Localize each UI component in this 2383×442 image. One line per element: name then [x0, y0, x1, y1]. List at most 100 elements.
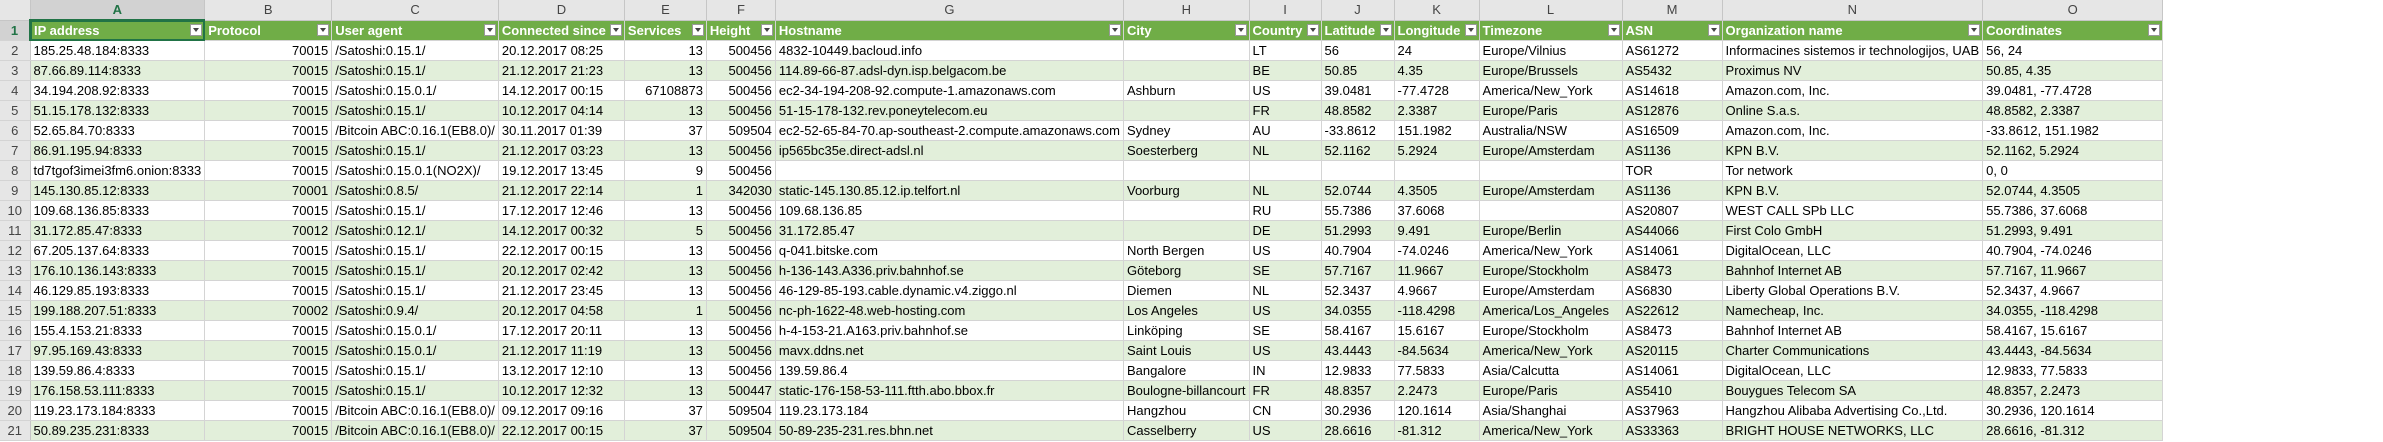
table-cell[interactable]: 56	[1321, 40, 1395, 61]
table-cell[interactable]	[1123, 40, 1250, 61]
table-cell[interactable]: 48.8357	[1321, 380, 1395, 401]
table-cell[interactable]: 56, 24	[1982, 40, 2164, 61]
table-cell[interactable]: 30.2936, 120.1614	[1982, 400, 2164, 421]
table-cell[interactable]: /Satoshi:0.15.1/	[331, 200, 499, 221]
table-cell[interactable]: 139.59.86.4:8333	[30, 360, 206, 381]
table-cell[interactable]: Saint Louis	[1123, 340, 1250, 361]
table-cell[interactable]: 46-129-85-193.cable.dynamic.v4.ziggo.nl	[775, 280, 1125, 301]
table-cell[interactable]: ec2-52-65-84-70.ap-southeast-2.compute.a…	[775, 120, 1125, 141]
row-number[interactable]: 8	[0, 160, 31, 181]
column-header-i[interactable]: I	[1249, 0, 1322, 21]
header-cell[interactable]: Coordinates	[1982, 20, 2164, 41]
table-cell[interactable]: 21.12.2017 11:19	[498, 340, 625, 361]
table-cell[interactable]: Amazon.com, Inc.	[1722, 120, 1984, 141]
header-cell[interactable]: IP address	[30, 20, 206, 41]
table-cell[interactable]: FR	[1249, 380, 1322, 401]
table-cell[interactable]: 13	[624, 40, 707, 61]
table-cell[interactable]: 185.25.48.184:8333	[30, 40, 206, 61]
table-cell[interactable]: AS61272	[1622, 40, 1723, 61]
table-cell[interactable]: 37	[624, 120, 707, 141]
table-cell[interactable]: 55.7386	[1321, 200, 1395, 221]
header-cell[interactable]: Country	[1249, 20, 1322, 41]
table-cell[interactable]: 70015	[204, 80, 333, 101]
table-cell[interactable]: 13	[624, 360, 707, 381]
table-cell[interactable]: 19.12.2017 13:45	[498, 160, 625, 181]
table-cell[interactable]: 70015	[204, 60, 333, 81]
column-header-m[interactable]: M	[1622, 0, 1723, 21]
table-cell[interactable]: 70015	[204, 320, 333, 341]
table-cell[interactable]: 176.158.53.111:8333	[30, 380, 206, 401]
table-cell[interactable]: 34.194.208.92:8333	[30, 80, 206, 101]
table-cell[interactable]: 48.8582	[1321, 100, 1395, 121]
table-cell[interactable]: 70015	[204, 280, 333, 301]
table-cell[interactable]: 12.9833	[1321, 360, 1395, 381]
table-cell[interactable]: Los Angeles	[1123, 300, 1250, 321]
table-cell[interactable]: US	[1249, 340, 1322, 361]
table-cell[interactable]: /Satoshi:0.15.0.1/	[331, 80, 499, 101]
column-header-b[interactable]: B	[204, 0, 333, 21]
table-cell[interactable]: 58.4167, 15.6167	[1982, 320, 2164, 341]
table-cell[interactable]: RU	[1249, 200, 1322, 221]
table-cell[interactable]: 500447	[706, 380, 776, 401]
row-number[interactable]: 18	[0, 360, 31, 381]
table-cell[interactable]	[1394, 160, 1480, 181]
table-cell[interactable]: /Bitcoin ABC:0.16.1(EB8.0)/	[331, 400, 499, 421]
table-cell[interactable]: 21.12.2017 03:23	[498, 140, 625, 161]
table-cell[interactable]: 500456	[706, 360, 776, 381]
table-cell[interactable]: Namecheap, Inc.	[1722, 300, 1984, 321]
table-cell[interactable]: 15.6167	[1394, 320, 1480, 341]
filter-dropdown-icon[interactable]	[1607, 23, 1620, 36]
table-cell[interactable]	[1321, 160, 1395, 181]
table-cell[interactable]: Proximus NV	[1722, 60, 1984, 81]
table-cell[interactable]: /Satoshi:0.15.1/	[331, 360, 499, 381]
table-cell[interactable]: Soesterberg	[1123, 140, 1250, 161]
table-cell[interactable]: AS14061	[1622, 360, 1723, 381]
table-cell[interactable]: Asia/Shanghai	[1479, 400, 1623, 421]
table-cell[interactable]: NL	[1249, 280, 1322, 301]
header-cell[interactable]: Protocol	[204, 20, 333, 41]
column-header-f[interactable]: F	[706, 0, 776, 21]
table-cell[interactable]: 500456	[706, 60, 776, 81]
table-cell[interactable]: 342030	[706, 180, 776, 201]
table-cell[interactable]: 119.23.173.184	[775, 400, 1125, 421]
table-cell[interactable]: /Satoshi:0.12.1/	[331, 220, 499, 241]
table-cell[interactable]: 77.5833	[1394, 360, 1480, 381]
table-cell[interactable]: -33.8612, 151.1982	[1982, 120, 2164, 141]
table-cell[interactable]: US	[1249, 240, 1322, 261]
table-cell[interactable]: 70015	[204, 260, 333, 281]
table-cell[interactable]: CN	[1249, 400, 1322, 421]
table-cell[interactable]: 109.68.136.85	[775, 200, 1125, 221]
table-cell[interactable]: AS22612	[1622, 300, 1723, 321]
table-cell[interactable]: 500456	[706, 80, 776, 101]
table-cell[interactable]: 4832-10449.bacloud.info	[775, 40, 1125, 61]
table-cell[interactable]: 5.2924	[1394, 140, 1480, 161]
row-number[interactable]: 21	[0, 420, 31, 441]
table-cell[interactable]: q-041.bitske.com	[775, 240, 1125, 261]
table-cell[interactable]: 20.12.2017 04:58	[498, 300, 625, 321]
table-cell[interactable]: 14.12.2017 00:32	[498, 220, 625, 241]
table-cell[interactable]: 13	[624, 320, 707, 341]
table-cell[interactable]: AS16509	[1622, 120, 1723, 141]
table-cell[interactable]: 52.3437, 4.9667	[1982, 280, 2164, 301]
header-cell[interactable]: Height	[706, 20, 776, 41]
table-cell[interactable]: 87.66.89.114:8333	[30, 60, 206, 81]
table-cell[interactable]: Göteborg	[1123, 260, 1250, 281]
table-cell[interactable]: AS44066	[1622, 220, 1723, 241]
table-cell[interactable]: KPN B.V.	[1722, 140, 1984, 161]
table-cell[interactable]: 17.12.2017 20:11	[498, 320, 625, 341]
table-cell[interactable]: 48.8582, 2.3387	[1982, 100, 2164, 121]
table-cell[interactable]: /Satoshi:0.15.0.1/	[331, 320, 499, 341]
row-number[interactable]: 11	[0, 220, 31, 241]
table-cell[interactable]: /Satoshi:0.15.0.1(NO2X)/	[331, 160, 499, 181]
table-cell[interactable]: AS8473	[1622, 260, 1723, 281]
table-cell[interactable]: AS33363	[1622, 420, 1723, 441]
table-cell[interactable]: Europe/Paris	[1479, 380, 1623, 401]
table-cell[interactable]: AS14618	[1622, 80, 1723, 101]
table-cell[interactable]: AS20807	[1622, 200, 1723, 221]
table-cell[interactable]: America/New_York	[1479, 420, 1623, 441]
table-cell[interactable]: 67.205.137.64:8333	[30, 240, 206, 261]
filter-dropdown-icon[interactable]	[1379, 23, 1392, 36]
table-cell[interactable]: 20.12.2017 08:25	[498, 40, 625, 61]
table-cell[interactable]: BRIGHT HOUSE NETWORKS, LLC	[1722, 420, 1984, 441]
table-cell[interactable]	[1123, 60, 1250, 81]
